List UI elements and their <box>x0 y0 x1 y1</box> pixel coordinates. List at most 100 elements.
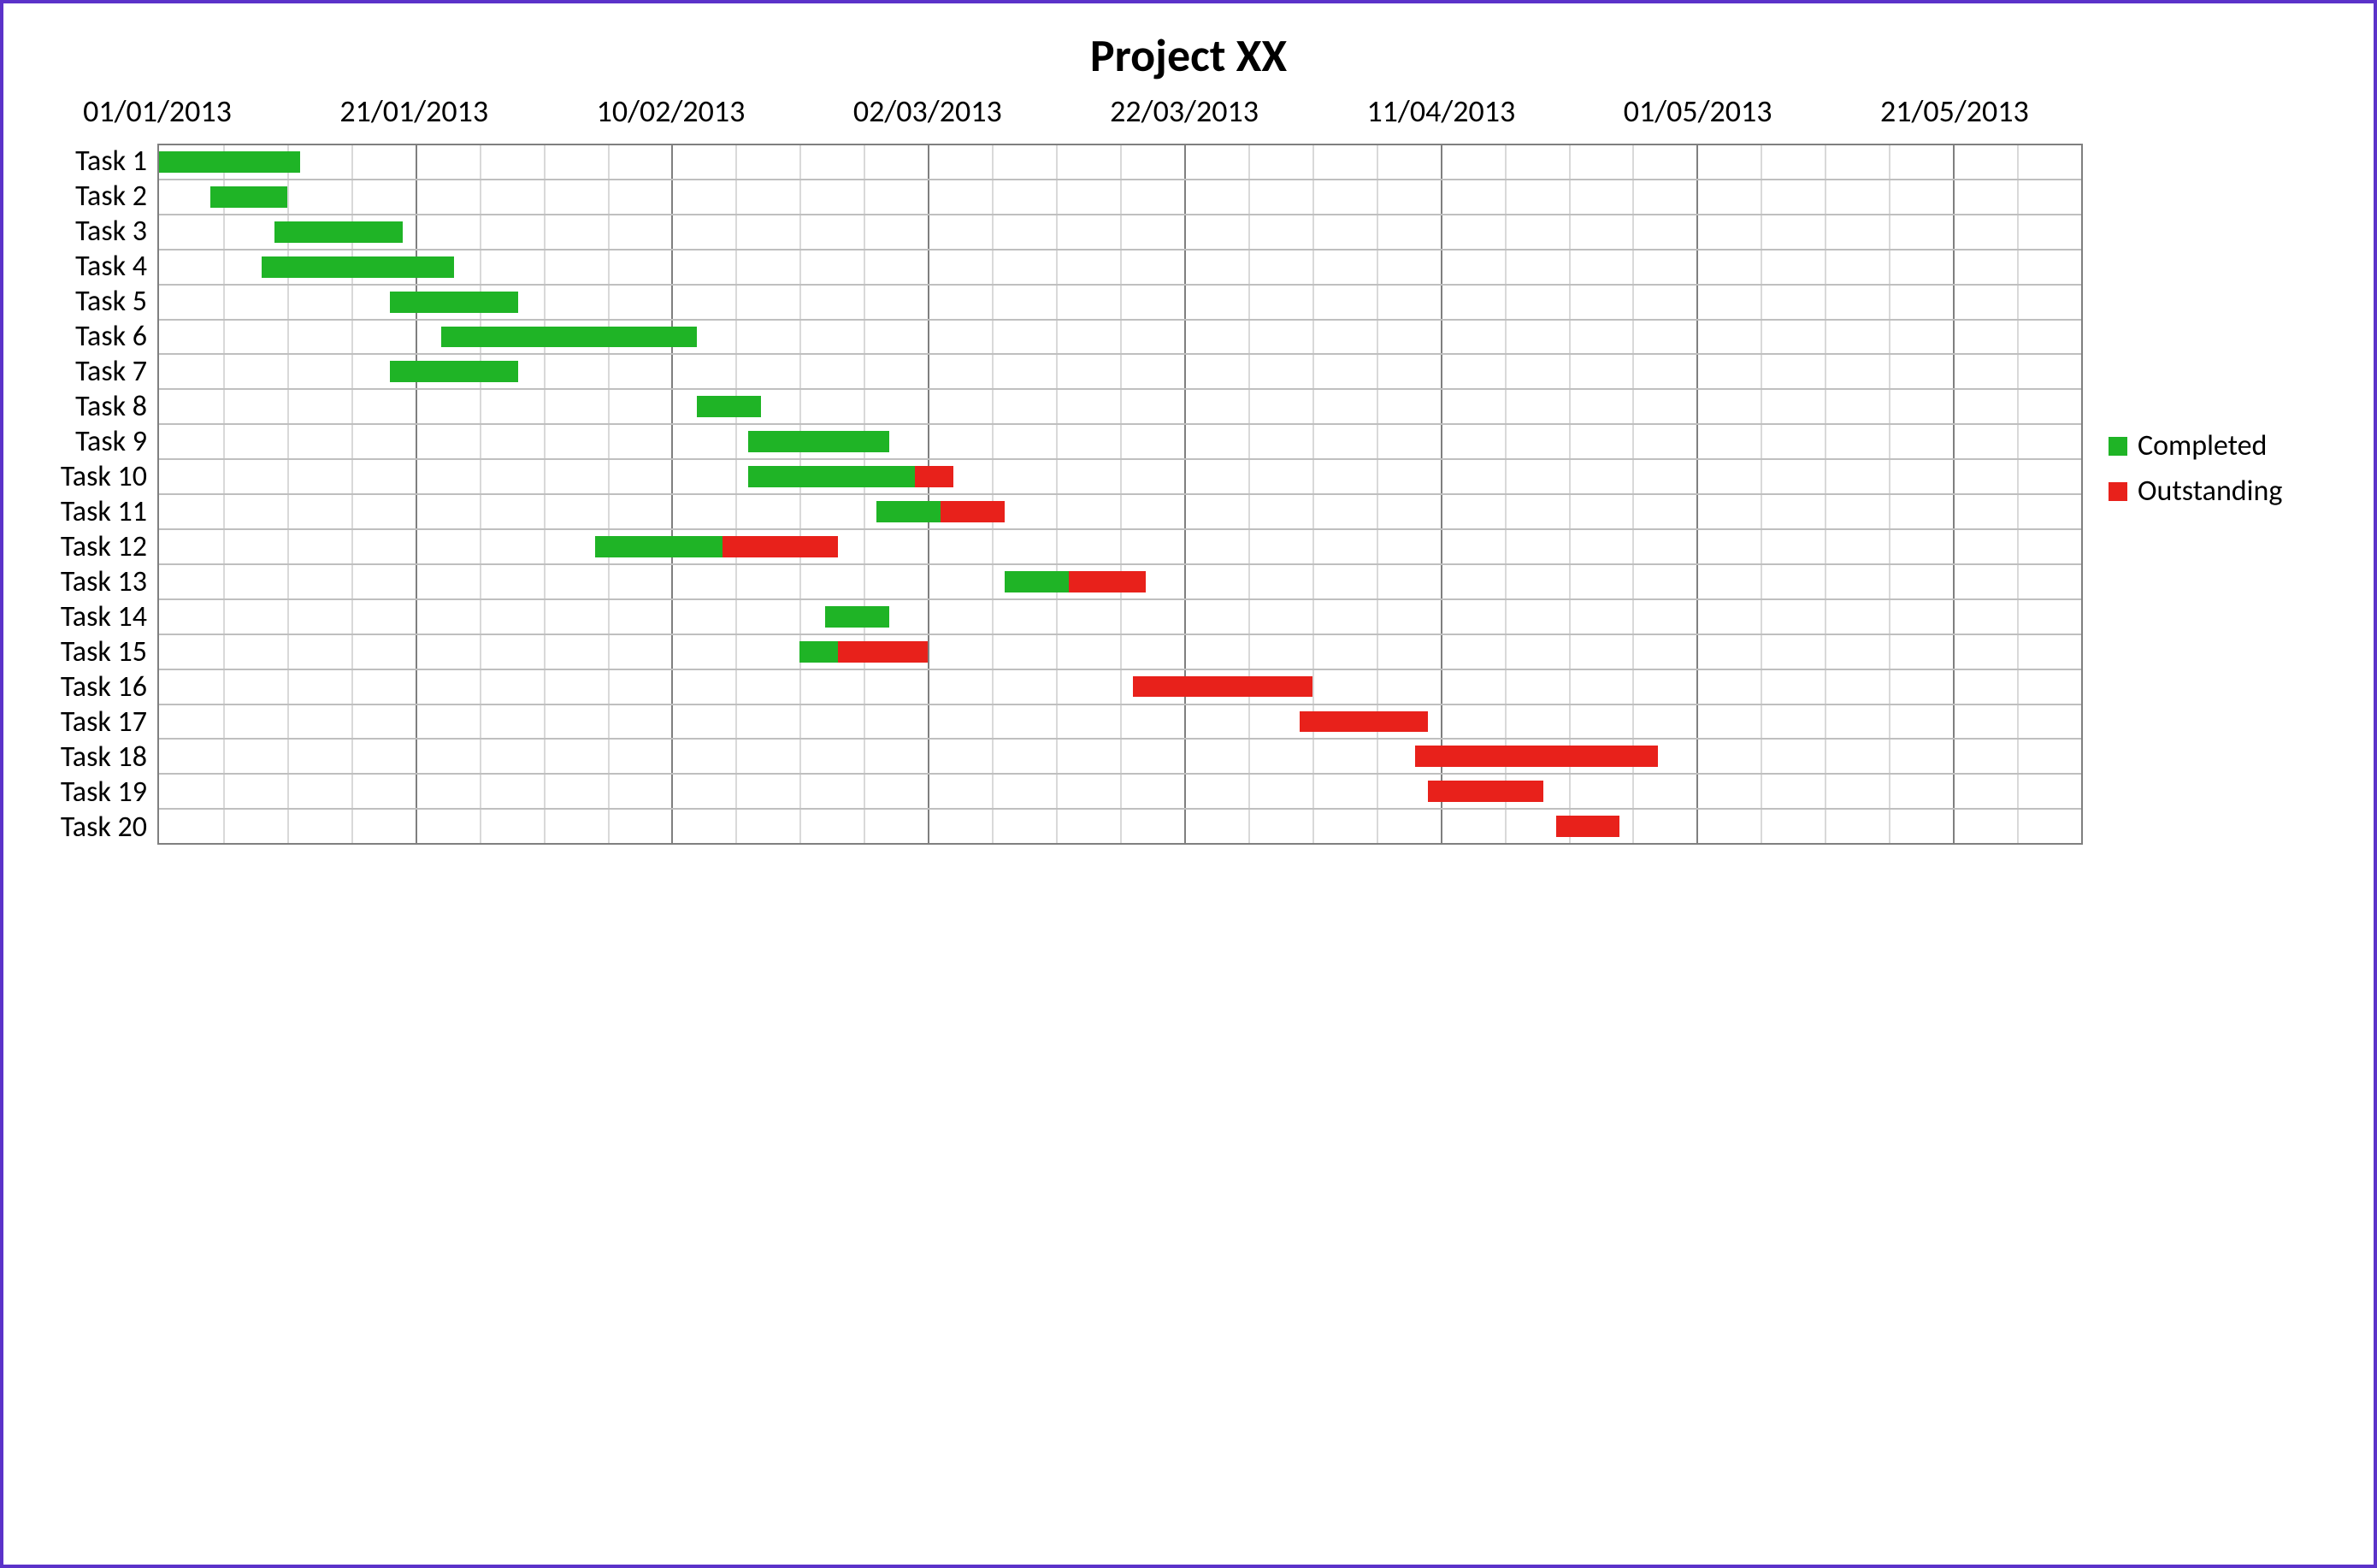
gantt-bar <box>390 361 518 382</box>
bar-segment-outstanding <box>1415 746 1659 767</box>
legend: Completed Outstanding <box>2083 92 2348 845</box>
task-label: Task 11 <box>29 494 157 529</box>
x-tick-label: 11/04/2013 <box>1366 92 1515 130</box>
bar-segment-completed <box>1005 571 1069 592</box>
gantt-bar <box>159 151 300 173</box>
bar-segment-outstanding <box>1556 816 1620 837</box>
bar-segment-completed <box>274 221 403 243</box>
task-label: Task 8 <box>29 389 157 424</box>
bar-segment-completed <box>441 327 698 348</box>
bar-segment-outstanding <box>838 641 928 663</box>
bar-segment-outstanding <box>1069 571 1146 592</box>
bar-segment-outstanding <box>941 501 1005 522</box>
legend-label-outstanding: Outstanding <box>2138 474 2282 509</box>
gantt-row <box>159 773 2081 808</box>
plot-row: Task 1Task 2Task 3Task 4Task 5Task 6 Task… <box>29 144 2083 845</box>
gantt-row <box>159 528 2081 563</box>
gantt-bar <box>262 256 454 278</box>
task-label: Task 5 <box>29 284 157 319</box>
y-axis-labels: Task 1Task 2Task 3Task 4Task 5Task 6 Task… <box>29 144 157 845</box>
gantt-bar <box>1428 781 1543 802</box>
gantt-bar <box>1133 676 1312 698</box>
gantt-row <box>159 145 2081 179</box>
chart-title: Project XX <box>29 27 2348 84</box>
task-label: Task 15 <box>29 634 157 669</box>
bar-segment-completed <box>210 186 287 208</box>
gantt-row <box>159 563 2081 598</box>
task-label: Task 12 <box>29 529 157 564</box>
bar-segment-completed <box>825 606 889 628</box>
legend-item-completed: Completed <box>2109 428 2348 463</box>
task-label: Task 4 <box>29 249 157 284</box>
gantt-bar <box>1005 571 1146 592</box>
gantt-row <box>159 704 2081 739</box>
x-tick-label: 02/03/2013 <box>853 92 1002 130</box>
task-label: Task 6 <box>29 319 157 354</box>
x-tick-label: 10/02/2013 <box>597 92 746 130</box>
task-label: Task 19 <box>29 775 157 810</box>
x-tick-label: 01/01/2013 <box>83 92 232 130</box>
bar-segment-completed <box>697 396 761 417</box>
gantt-row <box>159 214 2081 249</box>
gantt-row <box>159 598 2081 634</box>
bar-segment-outstanding <box>1133 676 1312 698</box>
task-label: Task 14 <box>29 599 157 634</box>
legend-label-completed: Completed <box>2138 428 2267 463</box>
plot-column: 01/01/2013 21/01/2013 10/02/2013 02/03/2013… <box>29 92 2083 845</box>
gantt-bar <box>825 606 889 628</box>
gantt-bar <box>210 186 287 208</box>
gantt-row <box>159 284 2081 319</box>
chart-frame: Project XX 01/01/2013 21/01/2013 10/02/201… <box>0 0 2377 1568</box>
bar-segment-completed <box>799 641 838 663</box>
gantt-row <box>159 458 2081 493</box>
gantt-bar <box>1556 816 1620 837</box>
bar-segment-completed <box>748 431 889 452</box>
bar-segment-completed <box>262 256 454 278</box>
gantt-bar <box>595 536 839 557</box>
task-label: Task 20 <box>29 810 157 845</box>
bar-segment-completed <box>159 151 300 173</box>
gantt-bar <box>697 396 761 417</box>
x-tick-label: 21/05/2013 <box>1880 92 2029 130</box>
gantt-row <box>159 738 2081 773</box>
bar-segment-completed <box>390 292 518 313</box>
gantt-bar <box>1300 711 1428 733</box>
x-tick-label: 21/01/2013 <box>339 92 488 130</box>
task-label: Task 2 <box>29 179 157 214</box>
gantt-row <box>159 493 2081 528</box>
gantt-bar <box>390 292 518 313</box>
legend-swatch-completed <box>2109 437 2127 456</box>
x-tick-label: 22/03/2013 <box>1110 92 1259 130</box>
bar-segment-outstanding <box>1428 781 1543 802</box>
gantt-row <box>159 319 2081 354</box>
task-label: Task 10 <box>29 459 157 494</box>
gantt-bar <box>799 641 928 663</box>
bar-segment-completed <box>876 501 941 522</box>
task-label: Task 1 <box>29 144 157 179</box>
gantt-bar <box>876 501 1005 522</box>
gantt-bar <box>441 327 698 348</box>
task-label: Task 3 <box>29 214 157 249</box>
gantt-row <box>159 179 2081 214</box>
gantt-row <box>159 423 2081 458</box>
task-label: Task 13 <box>29 564 157 599</box>
gantt-row <box>159 249 2081 284</box>
task-label: Task 9 <box>29 424 157 459</box>
task-label: Task 18 <box>29 740 157 775</box>
chart-area: 01/01/2013 21/01/2013 10/02/2013 02/03/2013… <box>29 92 2348 845</box>
gantt-row <box>159 353 2081 388</box>
gantt-bar <box>274 221 403 243</box>
gantt-grid <box>157 144 2083 845</box>
gantt-bar <box>1415 746 1659 767</box>
x-axis: 01/01/2013 21/01/2013 10/02/2013 02/03/2013… <box>29 92 2083 144</box>
gantt-rows <box>159 145 2081 843</box>
task-label: Task 16 <box>29 669 157 704</box>
gantt-row <box>159 388 2081 423</box>
task-label: Task 17 <box>29 704 157 740</box>
gantt-row <box>159 808 2081 843</box>
bar-segment-outstanding <box>915 466 953 487</box>
gantt-row <box>159 669 2081 704</box>
x-tick-label: 01/05/2013 <box>1624 92 1772 130</box>
bar-segment-completed <box>748 466 915 487</box>
bar-segment-completed <box>390 361 518 382</box>
